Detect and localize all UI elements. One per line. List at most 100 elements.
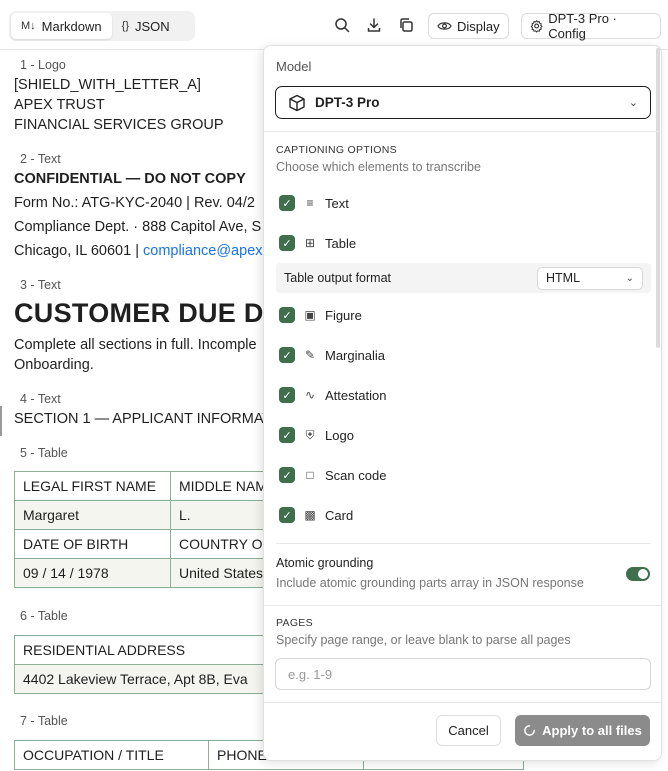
section-heading: SECTION 1 — APPLICANT INFORMAT xyxy=(14,411,272,427)
applicant-table: LEGAL FIRST NAME MIDDLE NAM Margaret L. … xyxy=(14,471,291,588)
option-marginalia[interactable]: ✓ ✎ Marginalia xyxy=(279,345,385,365)
display-label: Display xyxy=(457,18,500,34)
toolbar: M↓ Markdown {} JSON Display DPT-3 Pro · … xyxy=(0,0,668,50)
display-button[interactable]: Display xyxy=(428,13,509,39)
section-label: 2 - Text xyxy=(20,152,61,166)
table-cell: OCCUPATION / TITLE xyxy=(14,740,209,770)
scrollbar[interactable] xyxy=(656,48,660,348)
config-label: DPT-3 Pro · Config xyxy=(548,11,617,41)
option-table[interactable]: ✓ ⊞ Table xyxy=(279,233,356,253)
table-row: RESIDENTIAL ADDRESS xyxy=(14,635,285,665)
checkbox-card[interactable]: ✓ xyxy=(279,507,295,523)
atomic-grounding-subtitle: Include atomic grounding parts array in … xyxy=(276,576,584,590)
shield-icon: ⛨ xyxy=(305,427,315,442)
table-cell: Margaret xyxy=(14,500,171,530)
table-format-row: Table output format HTML ⌄ xyxy=(276,263,651,293)
option-label: Text xyxy=(325,195,349,211)
tab-json[interactable]: {} JSON xyxy=(112,13,180,39)
download-icon[interactable] xyxy=(365,16,383,34)
form-number-text: Form No.: ATG-KYC-2040 | Rev. 04/2 xyxy=(14,195,255,211)
table-cell: RESIDENTIAL ADDRESS xyxy=(14,635,285,665)
logo-text: [SHIELD_WITH_LETTER_A] xyxy=(14,77,201,93)
model-label: Model xyxy=(276,59,312,74)
table-row: Margaret L. xyxy=(14,500,291,530)
option-label: Attestation xyxy=(325,387,387,403)
config-button[interactable]: DPT-3 Pro · Config xyxy=(521,11,661,41)
table-cell: 4402 Lakeview Terrace, Apt 8B, Eva xyxy=(14,664,285,694)
braces-icon: {} xyxy=(121,20,129,32)
selection-marker xyxy=(0,406,2,436)
tab-markdown[interactable]: M↓ Markdown xyxy=(11,13,112,39)
pencil-icon: ✎ xyxy=(304,348,316,362)
instructions-text: Complete all sections in full. Incomple xyxy=(14,337,257,353)
table-row: DATE OF BIRTH COUNTRY O xyxy=(14,529,291,559)
checkbox-figure[interactable]: ✓ xyxy=(279,307,295,323)
logo-text: FINANCIAL SERVICES GROUP xyxy=(14,117,224,133)
view-toggle: M↓ Markdown {} JSON xyxy=(9,11,195,41)
checkbox-logo[interactable]: ✓ xyxy=(279,427,295,443)
apply-label: Apply to all files xyxy=(542,723,642,738)
gear-icon xyxy=(530,20,543,33)
pages-title: PAGES xyxy=(276,617,313,629)
option-label: Scan code xyxy=(325,467,387,483)
copy-icon[interactable] xyxy=(397,16,415,34)
table-format-value: HTML xyxy=(546,271,581,285)
table-row: LEGAL FIRST NAME MIDDLE NAM xyxy=(14,471,291,501)
option-label: Table xyxy=(325,235,357,251)
checkbox-table[interactable]: ✓ xyxy=(279,235,295,251)
table-cell: DATE OF BIRTH xyxy=(14,529,171,559)
option-label: Marginalia xyxy=(325,347,385,363)
table-cell: 09 / 14 / 1978 xyxy=(14,558,171,588)
model-value: DPT-3 Pro xyxy=(315,95,380,110)
option-label: Card xyxy=(325,507,354,523)
section-label: 6 - Table xyxy=(20,609,68,623)
option-label: Figure xyxy=(325,307,362,323)
instructions-text: Onboarding. xyxy=(14,357,94,373)
divider xyxy=(264,605,661,606)
email-link[interactable]: compliance@apex xyxy=(143,243,263,259)
option-card[interactable]: ✓ ▩ Card xyxy=(279,505,353,525)
option-attestation[interactable]: ✓ ∿ Attestation xyxy=(279,385,386,405)
model-select[interactable]: DPT-3 Pro ⌄ xyxy=(275,86,651,119)
toggle-knob xyxy=(638,569,648,579)
atomic-grounding-toggle[interactable] xyxy=(626,567,650,581)
table-format-label: Table output format xyxy=(284,271,392,285)
section-label: 4 - Text xyxy=(20,392,61,406)
text-align-icon: ≡ xyxy=(306,196,314,210)
contact-prefix: Chicago, IL 60601 | xyxy=(14,243,143,259)
search-icon[interactable] xyxy=(333,16,351,34)
checkbox-text[interactable]: ✓ xyxy=(279,195,295,211)
chevron-down-icon: ⌄ xyxy=(628,97,638,109)
atomic-grounding-title: Atomic grounding xyxy=(276,556,374,570)
checkbox-attestation[interactable]: ✓ xyxy=(279,387,295,403)
tab-markdown-label: Markdown xyxy=(41,18,102,34)
captioning-subtitle: Choose which elements to transcribe xyxy=(276,160,481,174)
divider xyxy=(276,543,651,544)
option-logo[interactable]: ✓ ⛨ Logo xyxy=(279,425,354,445)
pages-subtitle: Specify page range, or leave blank to pa… xyxy=(276,633,571,647)
checkbox-marginalia[interactable]: ✓ xyxy=(279,347,295,363)
signature-icon: ∿ xyxy=(304,388,316,402)
pages-input[interactable] xyxy=(275,658,651,690)
option-figure[interactable]: ✓ ▣ Figure xyxy=(279,305,362,325)
table-format-select[interactable]: HTML ⌄ xyxy=(537,266,643,290)
divider xyxy=(264,702,661,703)
eye-icon xyxy=(437,22,452,30)
apply-button[interactable]: Apply to all files xyxy=(515,715,650,746)
address-text: Compliance Dept. · 888 Capitol Ave, S xyxy=(14,219,262,235)
scan-icon: □ xyxy=(306,468,314,482)
checkbox-scan-code[interactable]: ✓ xyxy=(279,467,295,483)
table-row: 09 / 14 / 1978 United States xyxy=(14,558,291,588)
confidential-text: CONFIDENTIAL — DO NOT COPY xyxy=(14,171,246,187)
markdown-icon: M↓ xyxy=(21,20,36,32)
captioning-title: CAPTIONING OPTIONS xyxy=(276,144,397,156)
document-title: CUSTOMER DUE D xyxy=(14,298,264,328)
option-text[interactable]: ✓ ≡ Text xyxy=(279,193,349,213)
cancel-button[interactable]: Cancel xyxy=(436,715,501,746)
chevron-down-icon: ⌄ xyxy=(625,272,634,284)
section-label: 5 - Table xyxy=(20,446,68,460)
option-scan-code[interactable]: ✓ □ Scan code xyxy=(279,465,386,485)
divider xyxy=(264,131,661,132)
address-table: RESIDENTIAL ADDRESS 4402 Lakeview Terrac… xyxy=(14,635,285,694)
cube-icon xyxy=(289,94,305,111)
